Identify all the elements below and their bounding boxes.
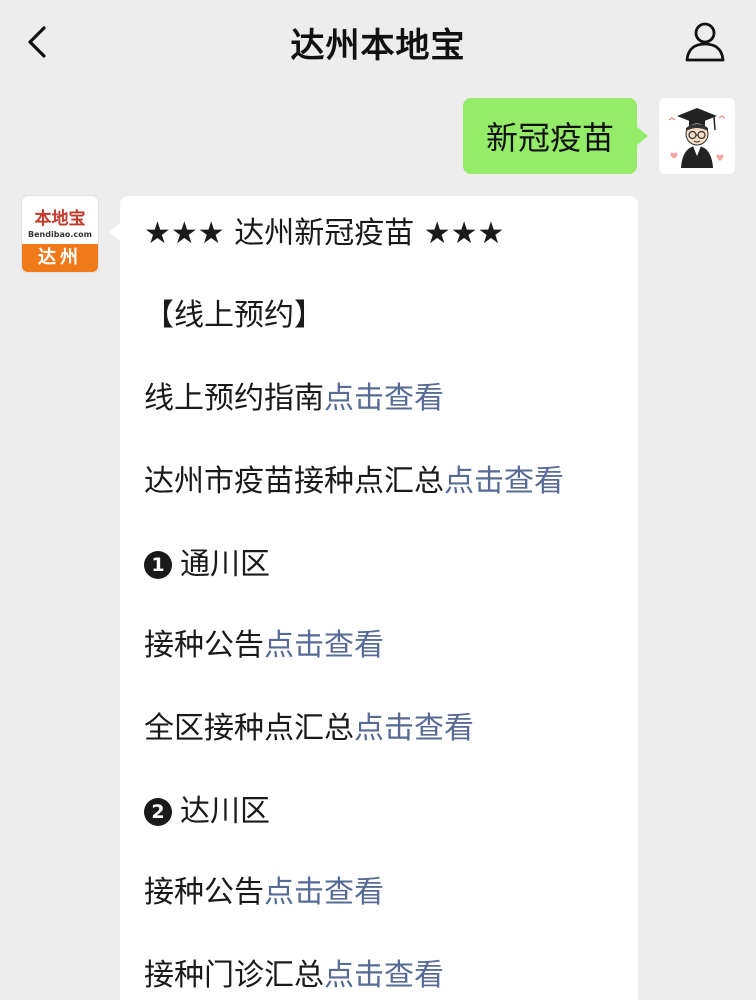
view-link[interactable]: 点击查看	[324, 381, 444, 416]
view-link[interactable]: 点击查看	[264, 875, 384, 910]
number-badge-icon: 2	[144, 798, 172, 826]
incoming-message-bubble: ★★★ 达州新冠疫苗 ★★★ 【线上预约】 线上预约指南点击查看 达州市疫苗接种…	[109, 196, 638, 1000]
person-icon	[685, 22, 725, 62]
message-heading: ★★★ 达州新冠疫苗 ★★★	[144, 216, 505, 251]
my-avatar[interactable]	[659, 98, 735, 174]
list-item: 接种公告点击查看	[144, 873, 384, 913]
bendibao-logo: 本地宝 Bendibao.com	[22, 196, 98, 244]
district-heading: 1 通川区	[144, 545, 270, 585]
view-link[interactable]: 点击查看	[264, 628, 384, 663]
line-text: 接种公告	[144, 628, 264, 663]
line-text: 全区接种点汇总	[144, 711, 354, 746]
outgoing-message-text: 新冠疫苗	[485, 119, 614, 157]
profile-button[interactable]	[684, 20, 726, 64]
view-link[interactable]: 点击查看	[324, 958, 444, 993]
nav-bar: 达州本地宝	[0, 0, 756, 84]
view-link[interactable]: 点击查看	[354, 711, 474, 746]
district-heading: 2 达川区	[144, 792, 270, 832]
line-text: 达州市疫苗接种点汇总	[144, 464, 444, 499]
line-text: 接种门诊汇总	[144, 958, 324, 993]
logo-text: 本地宝	[34, 209, 86, 229]
view-link[interactable]: 点击查看	[444, 464, 564, 499]
bendibao-avatar[interactable]: 本地宝 Bendibao.com 达州	[22, 196, 98, 272]
logo-url: Bendibao.com	[28, 230, 92, 239]
list-item: 全区接种点汇总点击查看	[144, 709, 474, 749]
logo-city: 达州	[22, 244, 98, 272]
line-text: 线上预约指南	[144, 381, 324, 416]
graduate-avatar-icon	[659, 98, 735, 174]
number-badge-icon: 1	[144, 551, 172, 579]
outgoing-message-bubble[interactable]: 新冠疫苗	[463, 98, 648, 174]
list-item: 达州市疫苗接种点汇总点击查看	[144, 462, 564, 502]
district-name: 通川区	[180, 547, 270, 582]
list-item: 线上预约指南点击查看	[144, 379, 444, 419]
line-text: 接种公告	[144, 875, 264, 910]
section-online-booking: 【线上预约】	[144, 298, 324, 333]
page-title: 达州本地宝	[290, 26, 466, 66]
list-item: 接种门诊汇总点击查看	[144, 956, 444, 996]
district-name: 达川区	[180, 794, 270, 829]
list-item: 接种公告点击查看	[144, 626, 384, 666]
